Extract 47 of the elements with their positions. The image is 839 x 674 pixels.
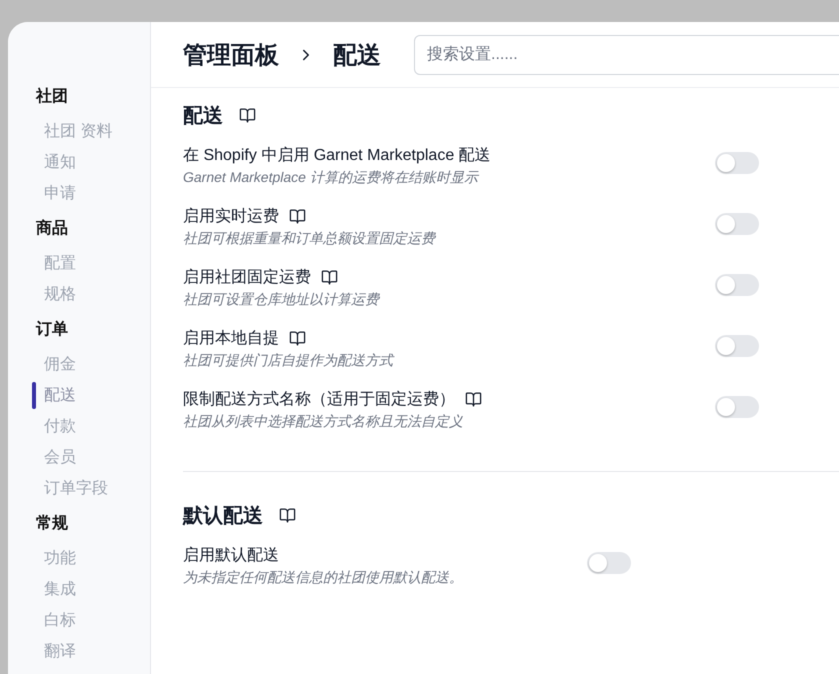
toggle-switch[interactable] <box>715 213 759 235</box>
setting-description: 社团可设置仓库地址以计算运费 <box>183 290 379 309</box>
setting-description: Garnet Marketplace 计算的运费将在结账时显示 <box>183 168 480 187</box>
sidebar-item[interactable]: 订单字段 <box>32 473 150 504</box>
toggle-switch[interactable] <box>715 274 759 296</box>
setting-description: 社团可提供门店自提作为配送方式 <box>183 351 393 370</box>
sidebar-item[interactable]: 规格 <box>32 279 150 310</box>
book-icon[interactable] <box>321 269 338 286</box>
sidebar-item[interactable]: 通知 <box>32 147 150 178</box>
setting-description: 社团可根据重量和订单总额设置固定运费 <box>183 229 435 248</box>
setting-label: 在 Shopify 中启用 Garnet Marketplace 配送 <box>183 146 491 166</box>
book-icon[interactable] <box>279 506 296 524</box>
section-title: 配送 <box>183 104 223 128</box>
book-icon[interactable] <box>239 106 256 124</box>
sidebar-item[interactable]: 翻译 <box>32 636 150 667</box>
book-icon[interactable] <box>289 208 306 225</box>
setting-label: 启用本地自提 <box>183 328 279 349</box>
toggle-switch[interactable] <box>715 335 759 357</box>
section-title: 默认配送 <box>183 504 263 528</box>
book-icon[interactable] <box>465 391 482 408</box>
setting-label: 限制配送方式名称（适用于固定运费） <box>183 390 455 410</box>
sidebar-item[interactable]: 配送 <box>32 380 150 411</box>
toggle-switch[interactable] <box>715 396 759 418</box>
sidebar-item[interactable]: 佣金 <box>32 349 150 380</box>
sidebar-item[interactable]: 申请 <box>32 178 150 209</box>
sidebar-item[interactable]: 集成 <box>32 574 150 605</box>
sidebar-item[interactable]: 配置 <box>32 248 150 279</box>
sidebar-item[interactable]: 付款 <box>32 411 150 442</box>
setting-description: 社团从列表中选择配送方式名称且无法自定义 <box>183 412 464 431</box>
book-icon[interactable] <box>289 330 306 347</box>
setting-label: 启用默认配送 <box>183 546 279 566</box>
search-field[interactable]: 搜索设置...... <box>414 34 839 74</box>
sidebar-item[interactable]: 白标 <box>32 605 150 636</box>
sidebar-group-title: 社团 <box>34 86 69 107</box>
breadcrumb-current: 配送 <box>333 40 381 70</box>
sidebar-item[interactable]: 会员 <box>32 442 150 473</box>
setting-label: 启用实时运费 <box>183 206 279 227</box>
setting-label: 启用社团固定运费 <box>183 268 311 288</box>
sidebar-item[interactable]: 功能 <box>32 543 150 574</box>
breadcrumb-link[interactable]: 管理面板 <box>183 38 279 70</box>
setting-description: 为未指定任何配送信息的社团使用默认配送。 <box>183 568 463 587</box>
sidebar-group-title: 订单 <box>34 320 69 340</box>
toggle-switch[interactable] <box>715 152 759 174</box>
sidebar-group-title: 常规 <box>35 514 69 534</box>
sidebar-item[interactable]: 社团 资料 <box>32 116 150 147</box>
toggle-switch[interactable] <box>587 552 631 574</box>
sidebar-group-title: 商品 <box>35 218 69 239</box>
